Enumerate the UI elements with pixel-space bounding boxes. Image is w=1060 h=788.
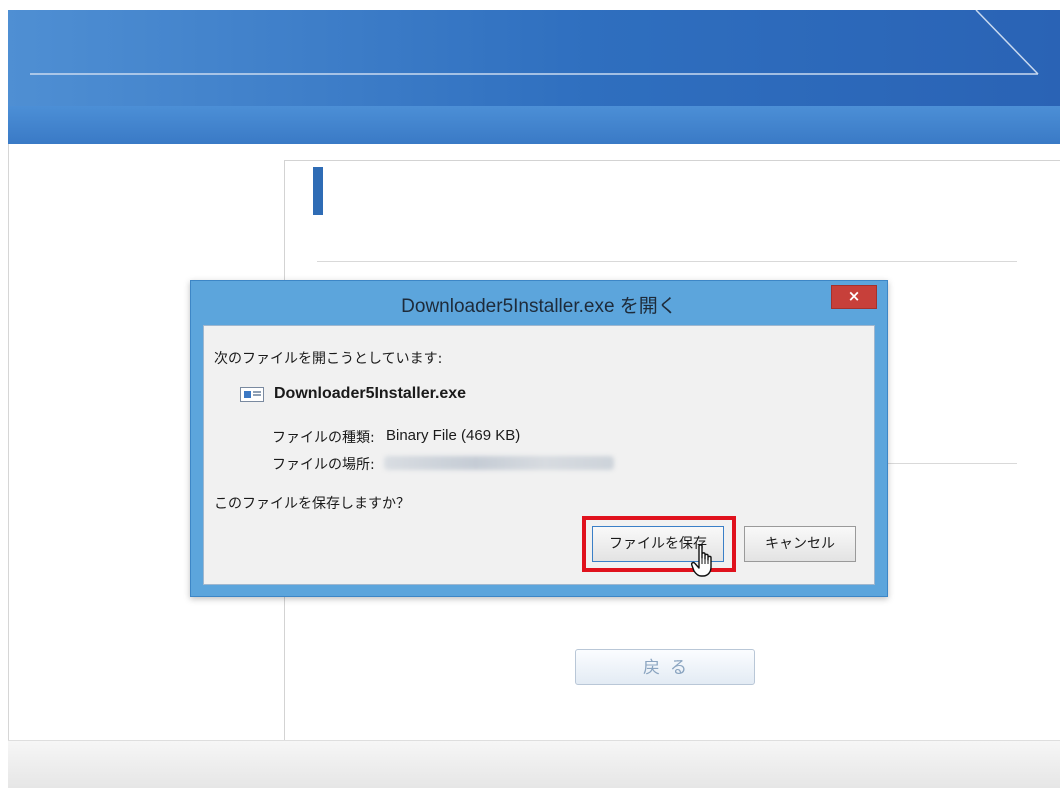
cancel-button[interactable]: キャンセル xyxy=(744,526,856,562)
file-location-label: ファイルの場所: xyxy=(272,457,375,473)
file-type-value: Binary File (469 KB) xyxy=(386,427,521,444)
section-accent-bar xyxy=(313,167,323,215)
dialog-prompt: 次のファイルを開こうとしています: xyxy=(214,351,443,367)
navigation-bar xyxy=(8,106,1060,144)
header-banner xyxy=(8,10,1060,106)
file-location-value-blurred xyxy=(384,456,614,470)
dialog-body: 次のファイルを開こうとしています: Downloader5Installer.e… xyxy=(203,325,875,585)
page-left-border xyxy=(8,144,9,764)
dialog-title: Downloader5Installer.exe を開く xyxy=(401,296,677,317)
hand-pointer-icon xyxy=(691,544,712,577)
banner-decoration xyxy=(30,10,1039,75)
back-button[interactable]: 戻る xyxy=(575,649,755,685)
file-icon xyxy=(240,387,264,402)
footer-band xyxy=(8,740,1060,788)
file-type-label: ファイルの種類: xyxy=(272,430,375,446)
divider-line xyxy=(317,261,1017,262)
file-download-dialog: Downloader5Installer.exe を開く × 次のファイルを開こ… xyxy=(190,280,888,597)
close-button[interactable]: × xyxy=(831,285,877,309)
file-name: Downloader5Installer.exe xyxy=(274,385,467,402)
save-question: このファイルを保存しますか？ xyxy=(214,496,410,512)
close-icon: × xyxy=(847,287,861,305)
